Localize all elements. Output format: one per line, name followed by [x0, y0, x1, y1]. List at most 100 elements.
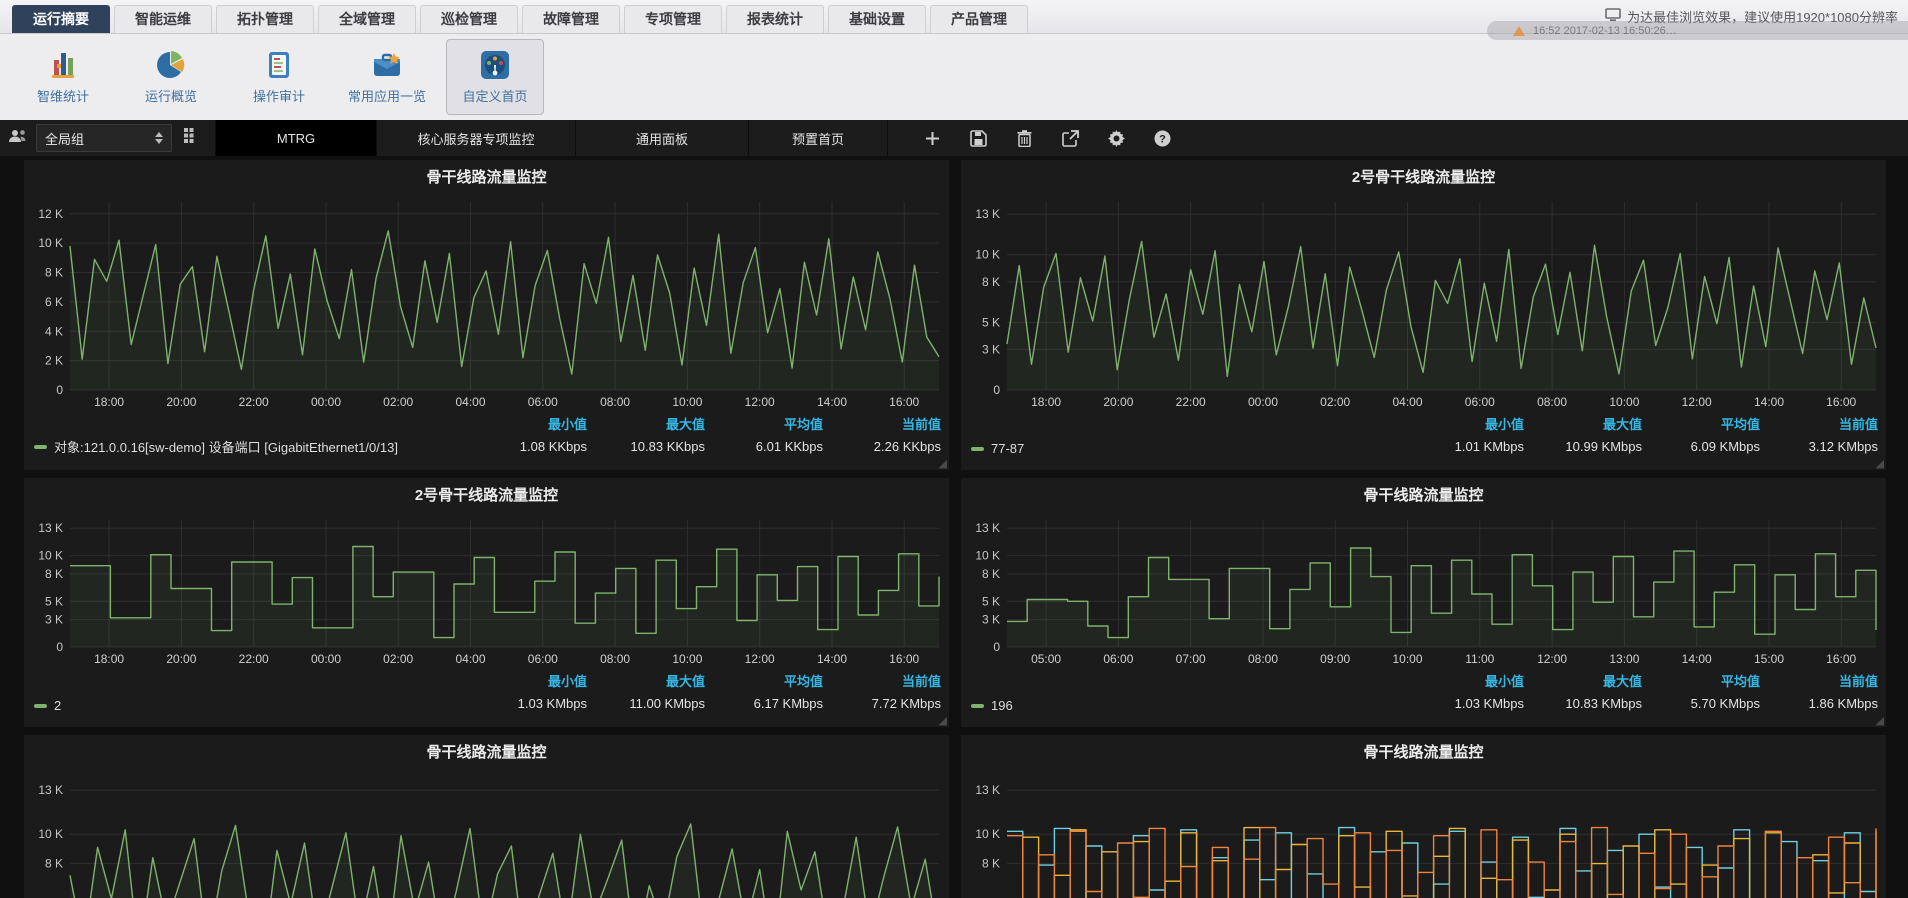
svg-text:12 K: 12 K [38, 207, 63, 221]
stat-header[interactable]: 最小值 [469, 671, 587, 690]
dashboard-tab-3[interactable]: 通用面板 [575, 120, 748, 156]
stat-value: 1.03 KMbps [469, 696, 587, 711]
menu-tab-1[interactable]: 运行摘要 [12, 5, 110, 33]
stat-header[interactable]: 最小值 [469, 414, 587, 433]
external-link-icon[interactable] [1060, 128, 1080, 148]
legend-item[interactable]: 对象:121.0.0.16[sw-demo] 设备端口 [GigabitEthe… [34, 437, 398, 456]
stat-header[interactable]: 当前值 [1760, 671, 1878, 690]
panel-grid: 骨干线路流量监控 02 K4 K6 K8 K10 K12 K18:0020:00… [0, 156, 1908, 898]
stat-header[interactable]: 当前值 [823, 414, 941, 433]
traffic-chart[interactable]: 03 K5 K8 K10 K13 K05:0006:0007:0008:0009… [961, 512, 1886, 669]
gear-icon[interactable] [1106, 128, 1126, 148]
traffic-chart[interactable]: 3 K5 K8 K10 K13 K [961, 769, 1886, 898]
apps-case-icon [371, 50, 403, 80]
stat-header[interactable]: 平均值 [705, 671, 823, 690]
dashboard-tab-1[interactable]: MTRG [215, 120, 376, 156]
ribbon-item-label: 运行概览 [145, 86, 197, 105]
panel-title[interactable]: 2号骨干线路流量监控 [961, 160, 1886, 194]
svg-text:16:00: 16:00 [1826, 395, 1856, 409]
svg-text:08:00: 08:00 [1248, 652, 1278, 666]
dashboard-tab-2[interactable]: 核心服务器专项监控 [376, 120, 575, 156]
stat-value: 6.01 KKbps [705, 439, 823, 454]
panel-title[interactable]: 骨干线路流量监控 [961, 735, 1886, 769]
audit-doc-icon [264, 50, 294, 80]
ribbon-item-3[interactable]: 操作审计 [230, 39, 328, 115]
stat-value: 6.17 KMbps [705, 696, 823, 711]
help-icon[interactable]: ? [1152, 128, 1172, 148]
group-select-value: 全局组 [45, 129, 84, 148]
stat-header[interactable]: 当前值 [823, 671, 941, 690]
svg-text:02:00: 02:00 [383, 395, 413, 409]
svg-text:10 K: 10 K [975, 827, 1000, 841]
resize-grip-icon[interactable]: ◢ [1876, 459, 1884, 470]
panel-title[interactable]: 骨干线路流量监控 [24, 735, 949, 769]
menu-tab-7[interactable]: 专项管理 [624, 5, 722, 33]
stat-header[interactable]: 最小值 [1406, 414, 1524, 433]
resize-grip-icon[interactable]: ◢ [939, 459, 947, 470]
traffic-chart[interactable]: 02 K4 K6 K8 K10 K12 K18:0020:0022:0000:0… [24, 194, 949, 412]
legend-label: 196 [991, 698, 1013, 713]
panel-footer: 最小值最大值平均值当前值1.01 KMbps10.99 KMbps6.09 KM… [961, 412, 1886, 470]
plus-icon[interactable] [922, 128, 942, 148]
stat-header[interactable]: 最小值 [1406, 671, 1524, 690]
menu-tab-3[interactable]: 拓扑管理 [216, 5, 314, 33]
ribbon-item-1[interactable]: 智维统计 [14, 39, 112, 115]
menu-tab-5[interactable]: 巡检管理 [420, 5, 518, 33]
legend-item[interactable]: 2 [34, 698, 61, 713]
panel-title[interactable]: 骨干线路流量监控 [24, 160, 949, 194]
ribbon-item-2[interactable]: 运行概览 [122, 39, 220, 115]
menu-tab-6[interactable]: 故障管理 [522, 5, 620, 33]
save-icon[interactable] [968, 128, 988, 148]
stat-header[interactable]: 平均值 [1642, 414, 1760, 433]
stat-header[interactable]: 最大值 [587, 414, 705, 433]
svg-text:22:00: 22:00 [1176, 395, 1206, 409]
select-arrows-icon [155, 132, 163, 144]
legend-marker-icon [34, 704, 47, 708]
stat-header[interactable]: 平均值 [705, 414, 823, 433]
stat-value: 11.00 KMbps [587, 696, 705, 711]
menu-tab-4[interactable]: 全域管理 [318, 5, 416, 33]
chart-panel: 骨干线路流量监控 02 K4 K6 K8 K10 K12 K18:0020:00… [24, 160, 949, 470]
traffic-chart[interactable]: 03 K5 K8 K10 K13 K18:0020:0022:0000:0002… [24, 512, 949, 669]
trash-icon[interactable] [1014, 128, 1034, 148]
quick-launch-ribbon: 智维统计运行概览 操作审计常用应用一览自定义首页 [0, 34, 1908, 120]
panel-title[interactable]: 2号骨干线路流量监控 [24, 478, 949, 512]
svg-text:10 K: 10 K [38, 827, 63, 841]
panel-title[interactable]: 骨干线路流量监控 [961, 478, 1886, 512]
stat-header[interactable]: 最大值 [1524, 414, 1642, 433]
svg-text:13 K: 13 K [38, 783, 63, 797]
svg-text:18:00: 18:00 [94, 652, 124, 666]
ribbon-item-5[interactable]: 自定义首页 [446, 39, 544, 115]
dashboard-tab-4[interactable]: 预置首页 [748, 120, 888, 156]
menu-tab-8[interactable]: 报表统计 [726, 5, 824, 33]
stats-table: 最小值最大值平均值当前值1.08 KKbps10.83 KKbps6.01 KK… [469, 414, 941, 454]
traffic-chart[interactable]: 3 K5 K8 K10 K13 K [24, 769, 949, 898]
grid-view-icon[interactable] [184, 128, 199, 148]
warning-icon [1513, 26, 1525, 36]
stat-value: 1.01 KMbps [1406, 439, 1524, 454]
svg-text:8 K: 8 K [982, 857, 1000, 871]
resize-grip-icon[interactable]: ◢ [1876, 716, 1884, 727]
group-select[interactable]: 全局组 [36, 124, 172, 152]
menu-tab-9[interactable]: 基础设置 [828, 5, 926, 33]
stat-header[interactable]: 最大值 [1524, 671, 1642, 690]
svg-text:00:00: 00:00 [311, 395, 341, 409]
legend-item[interactable]: 77-87 [971, 441, 1024, 456]
svg-text:10:00: 10:00 [1392, 652, 1422, 666]
svg-text:8 K: 8 K [45, 857, 63, 871]
chart-panel: 骨干线路流量监控 03 K5 K8 K10 K13 K05:0006:0007:… [961, 478, 1886, 727]
stat-header[interactable]: 最大值 [587, 671, 705, 690]
traffic-chart[interactable]: 03 K5 K8 K10 K13 K18:0020:0022:0000:0002… [961, 194, 1886, 412]
ribbon-item-4[interactable]: 常用应用一览 [338, 39, 436, 115]
svg-text:18:00: 18:00 [94, 395, 124, 409]
legend-item[interactable]: 196 [971, 698, 1013, 713]
svg-text:12:00: 12:00 [1537, 652, 1567, 666]
stat-header[interactable]: 当前值 [1760, 414, 1878, 433]
resize-grip-icon[interactable]: ◢ [939, 716, 947, 727]
svg-text:0: 0 [56, 640, 63, 654]
menu-tab-2[interactable]: 智能运维 [114, 5, 212, 33]
menu-tab-10[interactable]: 产品管理 [930, 5, 1028, 33]
stat-value: 10.99 KMbps [1524, 439, 1642, 454]
stat-header[interactable]: 平均值 [1642, 671, 1760, 690]
stat-value: 2.26 KKbps [823, 439, 941, 454]
